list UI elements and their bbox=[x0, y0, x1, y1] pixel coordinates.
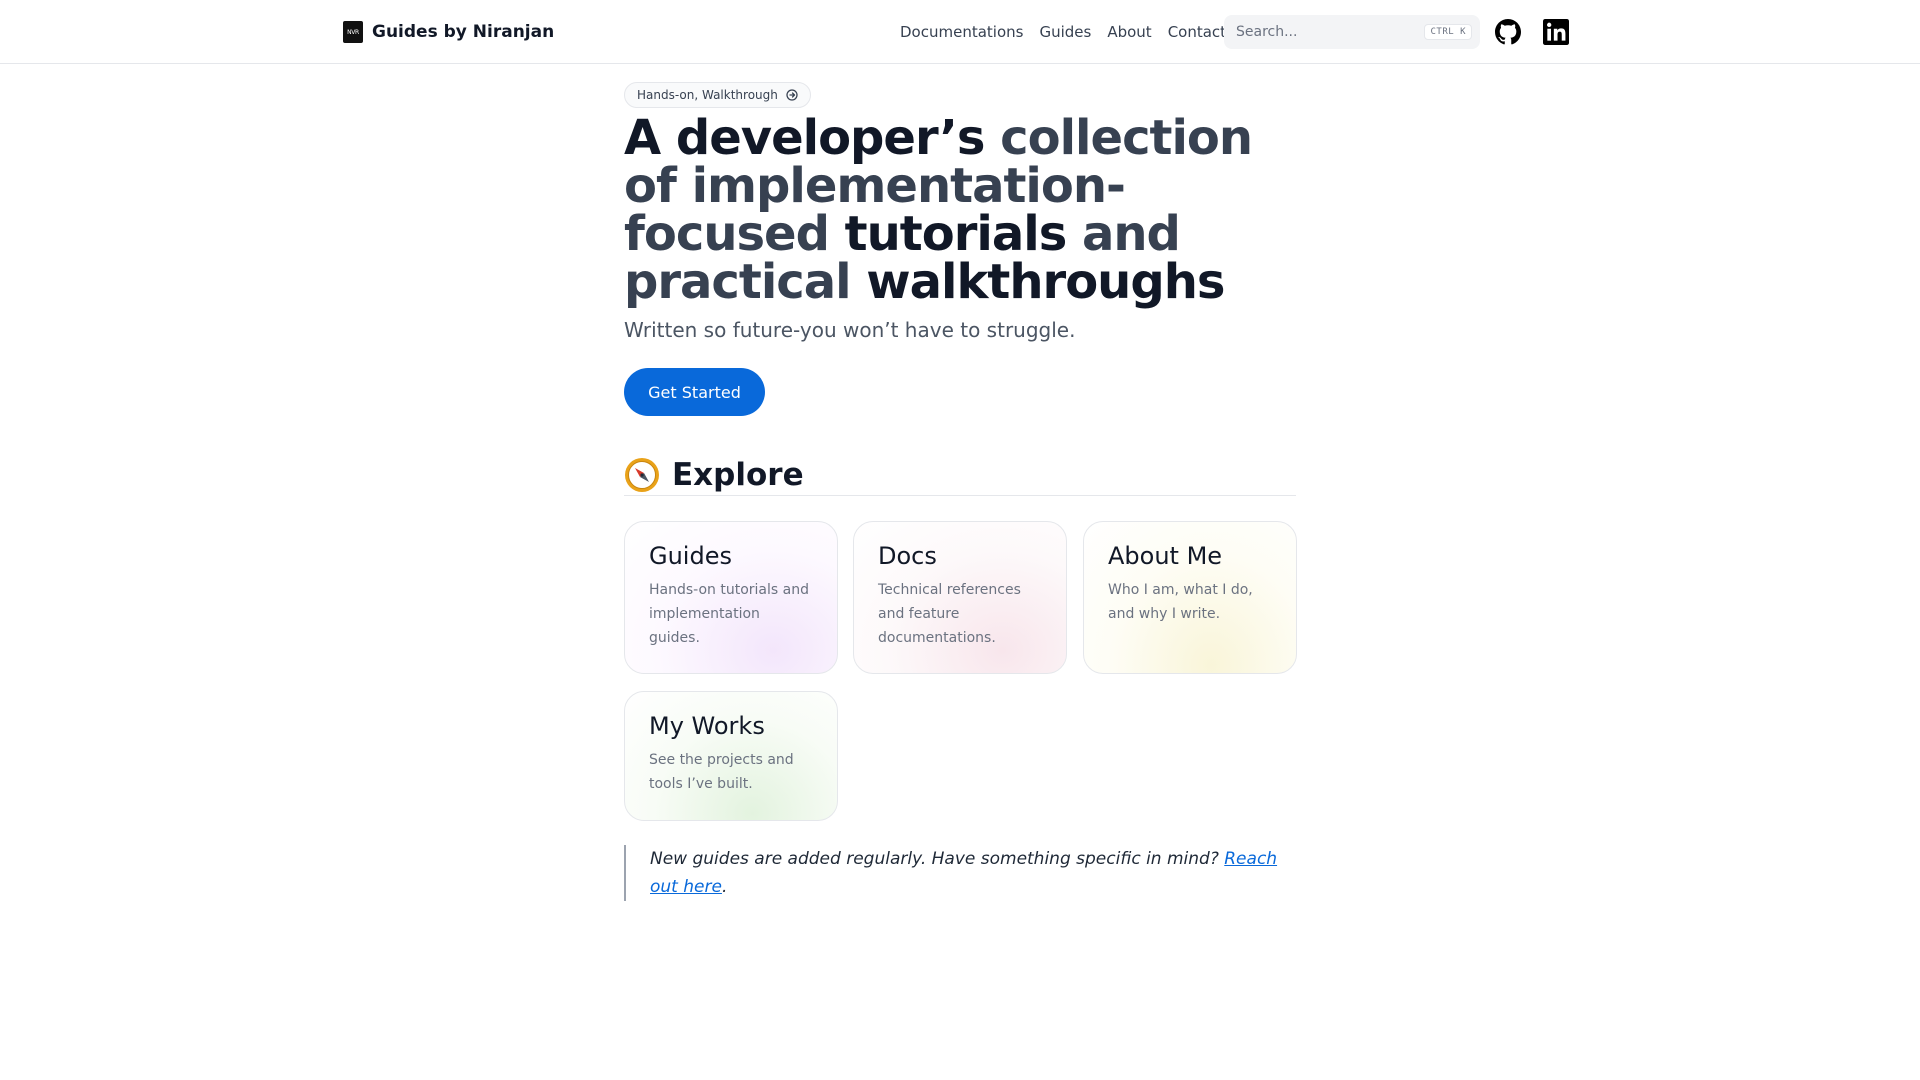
card-guides[interactable]: Guides Hands-on tutorials and implementa… bbox=[624, 521, 838, 674]
topic-badge[interactable]: Hands-on, Walkthrough bbox=[624, 82, 811, 108]
hero-title-part5: walkthroughs bbox=[850, 254, 1225, 310]
explore-title: Explore bbox=[672, 456, 804, 493]
brand-link[interactable]: NVR Guides by Niranjan bbox=[343, 20, 554, 44]
nav-link-contact[interactable]: Contact bbox=[1168, 23, 1226, 41]
brand-title: Guides by Niranjan bbox=[372, 22, 555, 42]
note-suffix: . bbox=[721, 877, 728, 897]
hero-subtitle: Written so future-you won’t have to stru… bbox=[624, 318, 1076, 342]
note-blockquote: New guides are added regularly. Have som… bbox=[624, 845, 1296, 901]
card-description: Hands-on tutorials and implementation gu… bbox=[649, 582, 809, 646]
github-link[interactable] bbox=[1495, 19, 1521, 45]
explore-heading: Explore bbox=[624, 454, 1296, 496]
hero-title: A developer’s collection of implementati… bbox=[624, 114, 1304, 306]
card-description: Technical references and feature documen… bbox=[878, 582, 1021, 646]
card-about-me[interactable]: About Me Who I am, what I do, and why I … bbox=[1083, 521, 1297, 674]
nav-link-documentations[interactable]: Documentations bbox=[900, 23, 1023, 41]
github-icon bbox=[1495, 19, 1521, 45]
brand-logo: NVR bbox=[343, 21, 363, 43]
get-started-button[interactable]: Get Started bbox=[624, 368, 765, 416]
note-text: New guides are added regularly. Have som… bbox=[650, 849, 1225, 869]
card-title: Docs bbox=[878, 542, 937, 570]
linkedin-link[interactable] bbox=[1543, 19, 1569, 45]
linkedin-icon bbox=[1543, 19, 1569, 45]
top-navbar: NVR Guides by Niranjan Documentations Gu… bbox=[0, 0, 1920, 64]
search-box[interactable]: CTRL K bbox=[1224, 15, 1480, 49]
search-shortcut-hint: CTRL K bbox=[1424, 24, 1472, 40]
card-title: My Works bbox=[649, 712, 765, 740]
nav-link-about[interactable]: About bbox=[1107, 23, 1151, 41]
circle-arrow-right-icon bbox=[786, 89, 798, 101]
search-input[interactable] bbox=[1236, 24, 1425, 40]
card-title: Guides bbox=[649, 542, 732, 570]
card-description: See the projects and tools I’ve built. bbox=[649, 752, 794, 792]
card-my-works[interactable]: My Works See the projects and tools I’ve… bbox=[624, 691, 838, 821]
main-nav: Documentations Guides About Contact bbox=[900, 20, 1226, 44]
compass-icon bbox=[625, 457, 659, 492]
topic-badge-label: Hands-on, Walkthrough bbox=[637, 88, 778, 102]
card-title: About Me bbox=[1108, 542, 1223, 570]
nav-link-guides[interactable]: Guides bbox=[1039, 23, 1091, 41]
card-description: Who I am, what I do, and why I write. bbox=[1108, 582, 1253, 622]
card-docs[interactable]: Docs Technical references and feature do… bbox=[853, 521, 1067, 674]
